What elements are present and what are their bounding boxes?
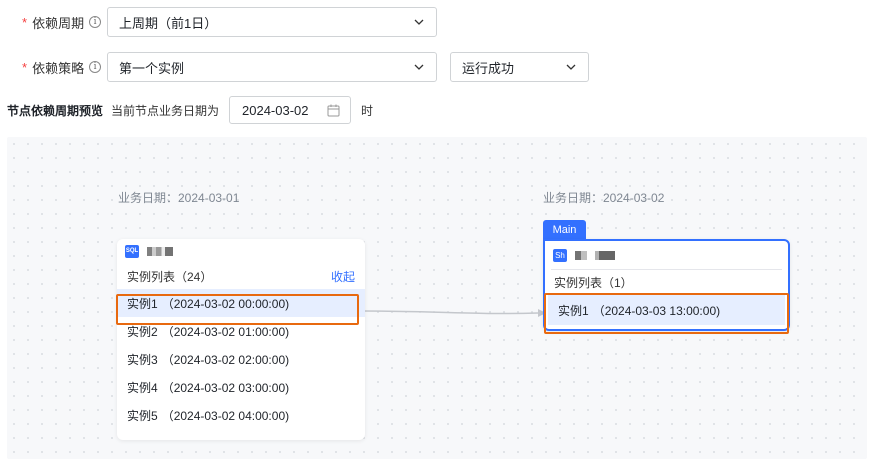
preview-subtitle: 当前节点业务日期为 bbox=[111, 104, 220, 118]
instance-row[interactable]: 实例5 （2024-03-02 04:00:00) bbox=[117, 401, 365, 429]
period-label: * 依赖周期 i bbox=[0, 13, 107, 32]
strategy-select[interactable]: 第一个实例 bbox=[107, 52, 437, 82]
upstream-date-caption: 业务日期：2024-03-01 bbox=[118, 191, 240, 205]
instance-time: （2024-03-02 04:00:00) bbox=[161, 408, 290, 423]
instance-time: （2024-03-02 03:00:00) bbox=[161, 380, 290, 395]
strategy-label-text: 依赖策略 bbox=[32, 60, 85, 76]
preview-title: 节点依赖周期预览 bbox=[7, 104, 104, 118]
upstream-list-header: 实例列表（24） 收起 bbox=[117, 263, 365, 289]
period-select-value: 上周期（前1日） bbox=[119, 15, 218, 31]
chevron-down-icon bbox=[414, 64, 424, 70]
required-mark: * bbox=[22, 14, 28, 30]
preview-suffix: 时 bbox=[361, 104, 374, 118]
period-row: * 依赖周期 i bbox=[0, 7, 107, 37]
instance-time: （2024-03-02 02:00:00) bbox=[161, 352, 290, 367]
status-select[interactable]: 运行成功 bbox=[450, 52, 589, 82]
business-date-value: 2024-03-02 bbox=[242, 102, 309, 118]
instance-name: 实例3 bbox=[127, 352, 158, 367]
downstream-selection-highlight bbox=[544, 293, 789, 334]
info-icon[interactable]: i bbox=[89, 61, 102, 73]
redacted-node-name bbox=[147, 246, 173, 256]
calendar-icon bbox=[327, 104, 340, 117]
instance-name: 实例5 bbox=[127, 408, 158, 423]
required-mark: * bbox=[22, 59, 28, 75]
redacted-node-name bbox=[575, 250, 615, 260]
downstream-list-title: 实例列表（1） bbox=[554, 276, 633, 290]
instance-row[interactable]: 实例3 （2024-03-02 02:00:00) bbox=[117, 345, 365, 373]
strategy-label: * 依赖策略 i bbox=[0, 58, 107, 77]
info-icon[interactable]: i bbox=[89, 16, 102, 28]
instance-name: 实例2 bbox=[127, 324, 158, 339]
instance-time: （2024-03-02 01:00:00) bbox=[161, 324, 290, 339]
chevron-down-icon bbox=[414, 19, 424, 25]
sql-node-icon: SQL bbox=[125, 244, 139, 258]
period-select[interactable]: 上周期（前1日） bbox=[107, 7, 437, 37]
upstream-node-header: SQL bbox=[117, 239, 365, 263]
downstream-list-header: 实例列表（1） bbox=[551, 269, 782, 295]
shell-node-icon: Sh bbox=[553, 248, 567, 262]
upstream-selection-highlight bbox=[116, 294, 359, 325]
downstream-node-header: Sh bbox=[545, 241, 788, 269]
strategy-select-value: 第一个实例 bbox=[119, 60, 185, 76]
strategy-row: * 依赖策略 i bbox=[0, 52, 107, 82]
period-label-text: 依赖周期 bbox=[32, 15, 85, 31]
chevron-down-icon bbox=[566, 64, 576, 70]
status-select-value: 运行成功 bbox=[462, 60, 515, 76]
upstream-list-title: 实例列表（24） bbox=[127, 269, 213, 284]
business-date-picker[interactable]: 2024-03-02 bbox=[229, 96, 351, 124]
upstream-node[interactable]: SQL 实例列表（24） 收起 实例1 （2024-03-02 00:00:00… bbox=[117, 239, 365, 440]
instance-name: 实例4 bbox=[127, 380, 158, 395]
dependency-edge bbox=[361, 309, 546, 317]
main-tag: Main bbox=[543, 220, 586, 239]
instance-row[interactable]: 实例4 （2024-03-02 03:00:00) bbox=[117, 373, 365, 401]
downstream-date-caption: 业务日期：2024-03-02 bbox=[543, 191, 665, 205]
collapse-link[interactable]: 收起 bbox=[331, 268, 355, 285]
